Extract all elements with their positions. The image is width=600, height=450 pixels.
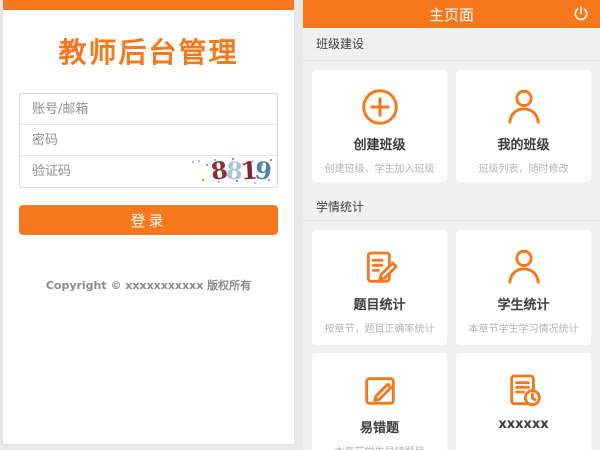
card-title: 易错题 bbox=[312, 417, 447, 436]
login-button[interactable]: 登录 bbox=[19, 205, 278, 235]
page-title: 教师后台管理 bbox=[3, 36, 294, 69]
user-icon bbox=[456, 85, 591, 129]
card-subtitle: 按章节，题目正确率统计 bbox=[312, 320, 447, 335]
card-question-stats[interactable]: 题目统计 按章节，题目正确率统计 bbox=[312, 230, 447, 345]
captcha-field-row: 8819 bbox=[20, 156, 277, 187]
header-title: 主页面 bbox=[429, 4, 474, 25]
main-header: 主页面 bbox=[303, 0, 600, 28]
captcha-noise bbox=[192, 161, 194, 163]
login-form: 8819 bbox=[19, 93, 278, 188]
login-panel: 教师后台管理 8819 登录 Copyright © xxxxxxxxxxx 版… bbox=[2, 0, 295, 445]
account-input[interactable] bbox=[20, 94, 277, 124]
captcha-digit: 8 bbox=[225, 157, 242, 185]
section-label-learning-stats: 学情统计 bbox=[303, 182, 600, 221]
card-title: 我的班级 bbox=[456, 134, 591, 153]
card-title: xxxxxx bbox=[456, 417, 591, 432]
document-clock-icon bbox=[456, 368, 591, 412]
password-field-row bbox=[20, 125, 277, 156]
card-subtitle: 本章节学生学习情况统计 bbox=[456, 320, 591, 335]
captcha-image[interactable]: 8819 bbox=[184, 157, 276, 185]
user-icon bbox=[456, 245, 591, 289]
captcha-digit: 9 bbox=[254, 157, 272, 185]
document-pencil-icon bbox=[312, 245, 447, 289]
plus-circle-icon bbox=[312, 85, 447, 129]
account-field-row bbox=[20, 94, 277, 125]
top-accent-bar bbox=[3, 0, 294, 10]
card-create-class[interactable]: 创建班级 创建班级，学生加入班级 bbox=[312, 70, 447, 182]
card-my-classes[interactable]: 我的班级 班级列表，随时修改 bbox=[456, 70, 591, 182]
password-input[interactable] bbox=[20, 125, 277, 155]
power-icon[interactable] bbox=[571, 4, 591, 24]
class-building-cards: 创建班级 创建班级，学生加入班级 我的班级 班级列表，随时修改 bbox=[303, 61, 600, 182]
section-label-class-building: 班级建设 bbox=[303, 28, 600, 61]
copyright-text: Copyright © xxxxxxxxxxx 版权所有 bbox=[3, 277, 294, 293]
card-subtitle: 创建班级，学生加入班级 bbox=[312, 160, 447, 175]
card-placeholder-feature[interactable]: xxxxxx bbox=[456, 353, 591, 450]
card-title: 创建班级 bbox=[312, 134, 447, 153]
card-title: 题目统计 bbox=[312, 294, 447, 313]
card-student-stats[interactable]: 学生统计 本章节学生学习情况统计 bbox=[456, 230, 591, 345]
card-error-prone-questions[interactable]: 易错题 本章节学生易错题目 bbox=[312, 353, 447, 450]
card-subtitle: 班级列表，随时修改 bbox=[456, 160, 591, 175]
card-subtitle: 本章节学生易错题目 bbox=[312, 443, 447, 450]
card-title: 学生统计 bbox=[456, 294, 591, 313]
learning-stats-cards: 题目统计 按章节，题目正确率统计 学生统计 本章节学生学习情况统计 易错题 本章… bbox=[303, 221, 600, 450]
main-menu-panel: 主页面 班级建设 创建班级 创建班级，学生加入班级 bbox=[303, 0, 600, 450]
square-pencil-icon bbox=[312, 368, 447, 412]
